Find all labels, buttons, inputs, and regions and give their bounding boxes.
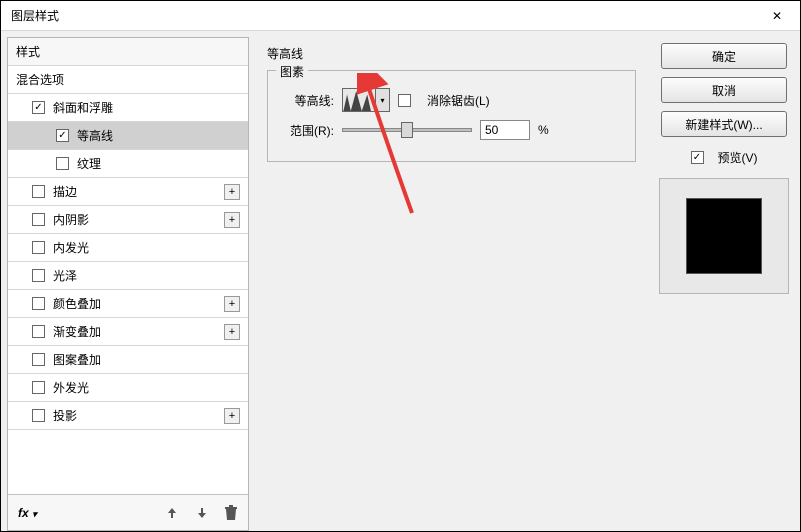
style-label: 等高线 [77, 127, 113, 144]
style-label: 混合选项 [16, 71, 64, 88]
style-satin[interactable]: 光泽 [8, 262, 248, 290]
style-label: 光泽 [53, 267, 77, 284]
cancel-button[interactable]: 取消 [661, 77, 787, 103]
checkbox-satin[interactable] [32, 269, 45, 282]
add-inner-shadow-button[interactable]: + [224, 212, 240, 228]
add-stroke-button[interactable]: + [224, 184, 240, 200]
antialias-checkbox[interactable] [398, 94, 411, 107]
range-label: 范围(R): [280, 122, 334, 139]
elements-fieldset: 图素 等高线: ▾ 消除锯齿(L) 范围(R): [267, 70, 636, 162]
add-drop-shadow-button[interactable]: + [224, 408, 240, 424]
style-blend-options[interactable]: 混合选项 [8, 66, 248, 94]
style-gradient-overlay[interactable]: 渐变叠加 + [8, 318, 248, 346]
style-label: 内发光 [53, 239, 89, 256]
style-inner-glow[interactable]: 内发光 [8, 234, 248, 262]
preview-toggle-row: 预览(V) [691, 149, 758, 166]
add-color-overlay-button[interactable]: + [224, 296, 240, 312]
window-title: 图层样式 [11, 7, 59, 24]
range-row: 范围(R): % [280, 115, 623, 145]
add-gradient-overlay-button[interactable]: + [224, 324, 240, 340]
dialog-body: 样式 混合选项 斜面和浮雕 等高线 纹理 [1, 31, 800, 531]
contour-label: 等高线: [280, 92, 334, 109]
close-button[interactable]: ✕ [754, 1, 800, 31]
checkbox-stroke[interactable] [32, 185, 45, 198]
move-up-icon[interactable] [164, 505, 180, 521]
action-panel: 确定 取消 新建样式(W)... 预览(V) [654, 37, 794, 531]
styles-list: 样式 混合选项 斜面和浮雕 等高线 纹理 [8, 38, 248, 494]
style-label: 纹理 [77, 155, 101, 172]
style-label: 描边 [53, 183, 77, 200]
sidebar-footer: fx ▾ [8, 494, 248, 530]
range-slider[interactable] [342, 128, 472, 132]
trash-icon[interactable] [224, 505, 238, 521]
range-input[interactable] [480, 120, 530, 140]
titlebar: 图层样式 ✕ [1, 1, 800, 31]
layer-style-dialog: 图层样式 ✕ 样式 混合选项 斜面和浮雕 等高线 [0, 0, 801, 532]
styles-header[interactable]: 样式 [8, 38, 248, 66]
style-label: 颜色叠加 [53, 295, 101, 312]
fx-menu-button[interactable]: fx ▾ [18, 505, 37, 520]
style-texture[interactable]: 纹理 [8, 150, 248, 178]
style-label: 斜面和浮雕 [53, 99, 113, 116]
style-bevel-emboss[interactable]: 斜面和浮雕 [8, 94, 248, 122]
style-inner-shadow[interactable]: 内阴影 + [8, 206, 248, 234]
checkbox-gradient-overlay[interactable] [32, 325, 45, 338]
styles-header-label: 样式 [16, 43, 40, 60]
checkbox-inner-shadow[interactable] [32, 213, 45, 226]
range-slider-thumb[interactable] [401, 122, 413, 138]
footer-icons [164, 505, 238, 521]
checkbox-inner-glow[interactable] [32, 241, 45, 254]
style-label: 渐变叠加 [53, 323, 101, 340]
styles-sidebar: 样式 混合选项 斜面和浮雕 等高线 纹理 [7, 37, 249, 531]
style-stroke[interactable]: 描边 + [8, 178, 248, 206]
style-label: 内阴影 [53, 211, 89, 228]
style-color-overlay[interactable]: 颜色叠加 + [8, 290, 248, 318]
contour-group: 等高线 图素 等高线: ▾ 消除锯齿(L) [267, 45, 636, 162]
checkbox-outer-glow[interactable] [32, 381, 45, 394]
style-contour[interactable]: 等高线 [8, 122, 248, 150]
contour-dropdown-arrow[interactable]: ▾ [376, 88, 390, 112]
style-label: 图案叠加 [53, 351, 101, 368]
move-down-icon[interactable] [194, 505, 210, 521]
settings-panel: 等高线 图素 等高线: ▾ 消除锯齿(L) [259, 37, 644, 531]
antialias-label: 消除锯齿(L) [427, 92, 490, 109]
preview-checkbox[interactable] [691, 151, 704, 164]
preview-swatch [686, 198, 762, 274]
ok-button[interactable]: 确定 [661, 43, 787, 69]
contour-row: 等高线: ▾ 消除锯齿(L) [280, 85, 623, 115]
close-icon: ✕ [772, 9, 782, 23]
new-style-button[interactable]: 新建样式(W)... [661, 111, 787, 137]
preview-box [659, 178, 789, 294]
contour-picker[interactable]: ▾ [342, 88, 390, 112]
chevron-down-icon: ▾ [32, 509, 37, 519]
checkbox-drop-shadow[interactable] [32, 409, 45, 422]
checkbox-contour[interactable] [56, 129, 69, 142]
style-outer-glow[interactable]: 外发光 [8, 374, 248, 402]
contour-preview[interactable] [342, 88, 376, 112]
checkbox-bevel[interactable] [32, 101, 45, 114]
group-title: 等高线 [267, 45, 636, 62]
elements-legend: 图素 [276, 63, 308, 80]
style-pattern-overlay[interactable]: 图案叠加 [8, 346, 248, 374]
style-drop-shadow[interactable]: 投影 + [8, 402, 248, 430]
checkbox-color-overlay[interactable] [32, 297, 45, 310]
range-unit: % [538, 123, 549, 137]
checkbox-pattern-overlay[interactable] [32, 353, 45, 366]
checkbox-texture[interactable] [56, 157, 69, 170]
style-label: 外发光 [53, 379, 89, 396]
preview-label: 预览(V) [718, 149, 758, 166]
style-label: 投影 [53, 407, 77, 424]
